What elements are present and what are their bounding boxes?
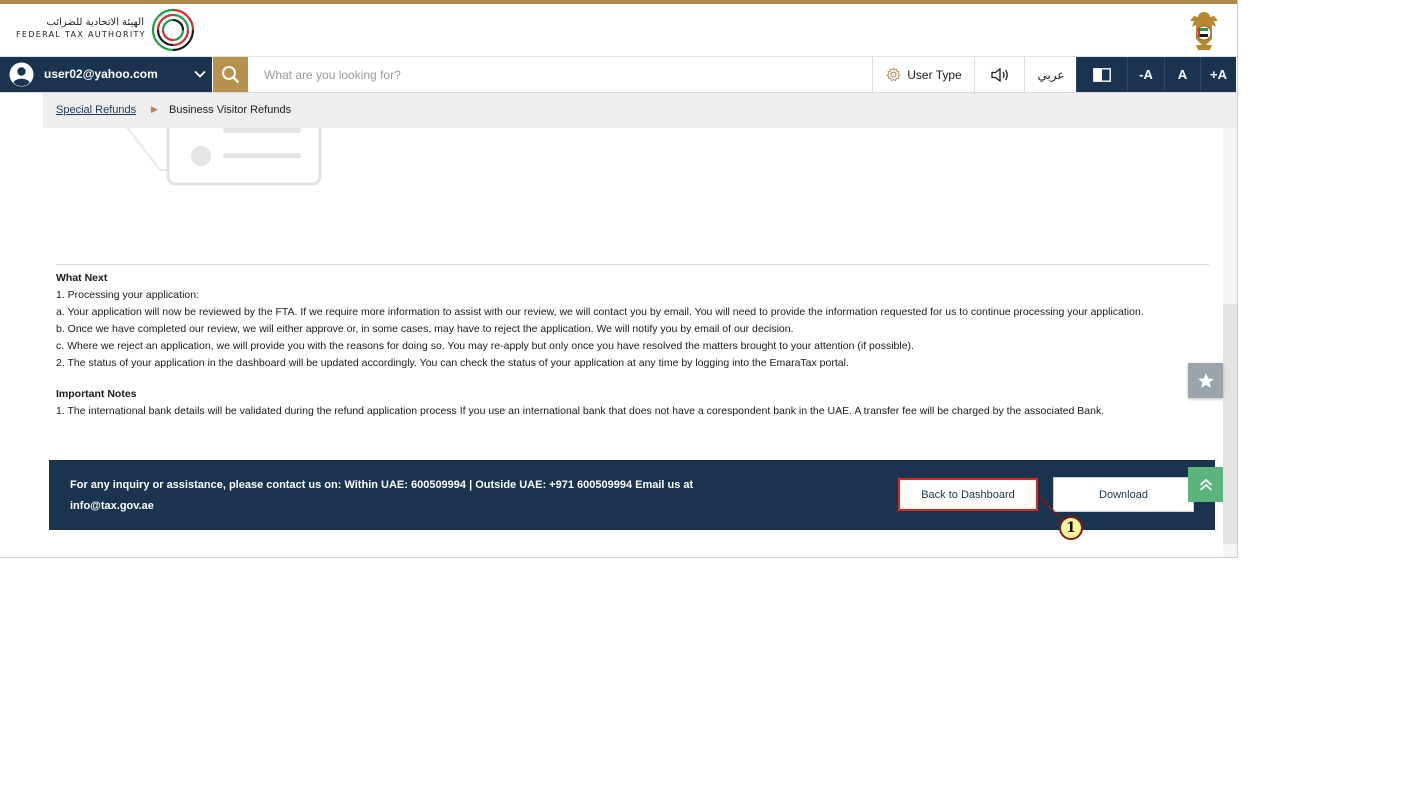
main-navbar: user02@yahoo.com User Type <box>0 57 1237 93</box>
important-notes-line: 1. The international bank details will b… <box>56 405 1105 417</box>
back-to-dashboard-button[interactable]: Back to Dashboard <box>898 478 1038 511</box>
font-reset-button[interactable]: A <box>1164 57 1200 92</box>
speaker-icon <box>991 67 1008 82</box>
contrast-icon <box>1093 67 1111 82</box>
what-next-line: c. Where we reject an application, we wi… <box>56 340 914 352</box>
download-button[interactable]: Download <box>1053 477 1194 512</box>
what-next-line: b. Once we have completed our review, we… <box>56 323 794 335</box>
logo-arabic-name: الهيئة الاتحادية للضرائب <box>46 17 144 28</box>
contrast-toggle-button[interactable] <box>1076 57 1127 92</box>
footer-contact-text: For any inquiry or assistance, please co… <box>70 479 694 512</box>
user-type-label: User Type <box>907 67 962 82</box>
font-increase-button[interactable]: +A <box>1200 57 1236 92</box>
user-email: user02@yahoo.com <box>44 67 158 81</box>
annotation-step-badge: 1 <box>1059 516 1083 540</box>
site-header: الهيئة الاتحادية للضرائب FEDERAL TAX AUT… <box>0 4 1237 57</box>
scroll-to-top-button[interactable] <box>1188 467 1223 502</box>
search-button[interactable] <box>213 57 248 92</box>
uae-emblem-icon <box>1190 12 1218 50</box>
fta-logo-icon[interactable] <box>150 7 196 53</box>
breadcrumb-special-refunds-link[interactable]: Special Refunds <box>56 104 136 116</box>
search-icon <box>222 66 240 84</box>
what-next-line: 2. The status of your application in the… <box>56 357 849 369</box>
search-input[interactable] <box>252 58 876 92</box>
breadcrumb-current: Business Visitor Refunds <box>169 104 292 116</box>
logo-english-name: FEDERAL TAX AUTHORITY <box>16 30 146 39</box>
breadcrumb: Special Refunds ▶ Business Visitor Refun… <box>43 93 1237 128</box>
what-next-line: 1. Processing your application: <box>56 289 199 301</box>
document-list-illustration-icon <box>126 128 322 186</box>
favorite-button[interactable] <box>1188 363 1223 398</box>
user-account-dropdown[interactable]: user02@yahoo.com <box>0 57 212 92</box>
text-to-speech-button[interactable] <box>974 57 1025 92</box>
section-divider <box>56 264 1209 265</box>
breadcrumb-separator-icon: ▶ <box>151 104 158 114</box>
language-toggle-button[interactable]: عربي <box>1024 57 1077 92</box>
star-icon <box>1197 372 1214 388</box>
user-type-button[interactable]: User Type <box>872 57 975 92</box>
user-circle-icon <box>9 62 34 87</box>
fta-logo-text[interactable]: الهيئة الاتحادية للضرائب FEDERAL TAX AUT… <box>16 17 146 41</box>
footer-action-bar: For any inquiry or assistance, please co… <box>49 460 1215 530</box>
chevron-down-icon[interactable] <box>193 67 207 81</box>
scrollbar-thumb[interactable] <box>1223 304 1237 544</box>
gear-icon <box>886 67 901 82</box>
important-notes-heading: Important Notes <box>56 388 137 400</box>
app-frame: الهيئة الاتحادية للضرائب FEDERAL TAX AUT… <box>0 0 1238 558</box>
what-next-heading: What Next <box>56 272 108 284</box>
double-chevron-up-icon <box>1199 478 1212 491</box>
what-next-line: a. Your application will now be reviewed… <box>56 306 1144 318</box>
what-next-section: What Next 1. Processing your application… <box>56 272 1186 422</box>
font-decrease-button[interactable]: -A <box>1127 57 1164 92</box>
